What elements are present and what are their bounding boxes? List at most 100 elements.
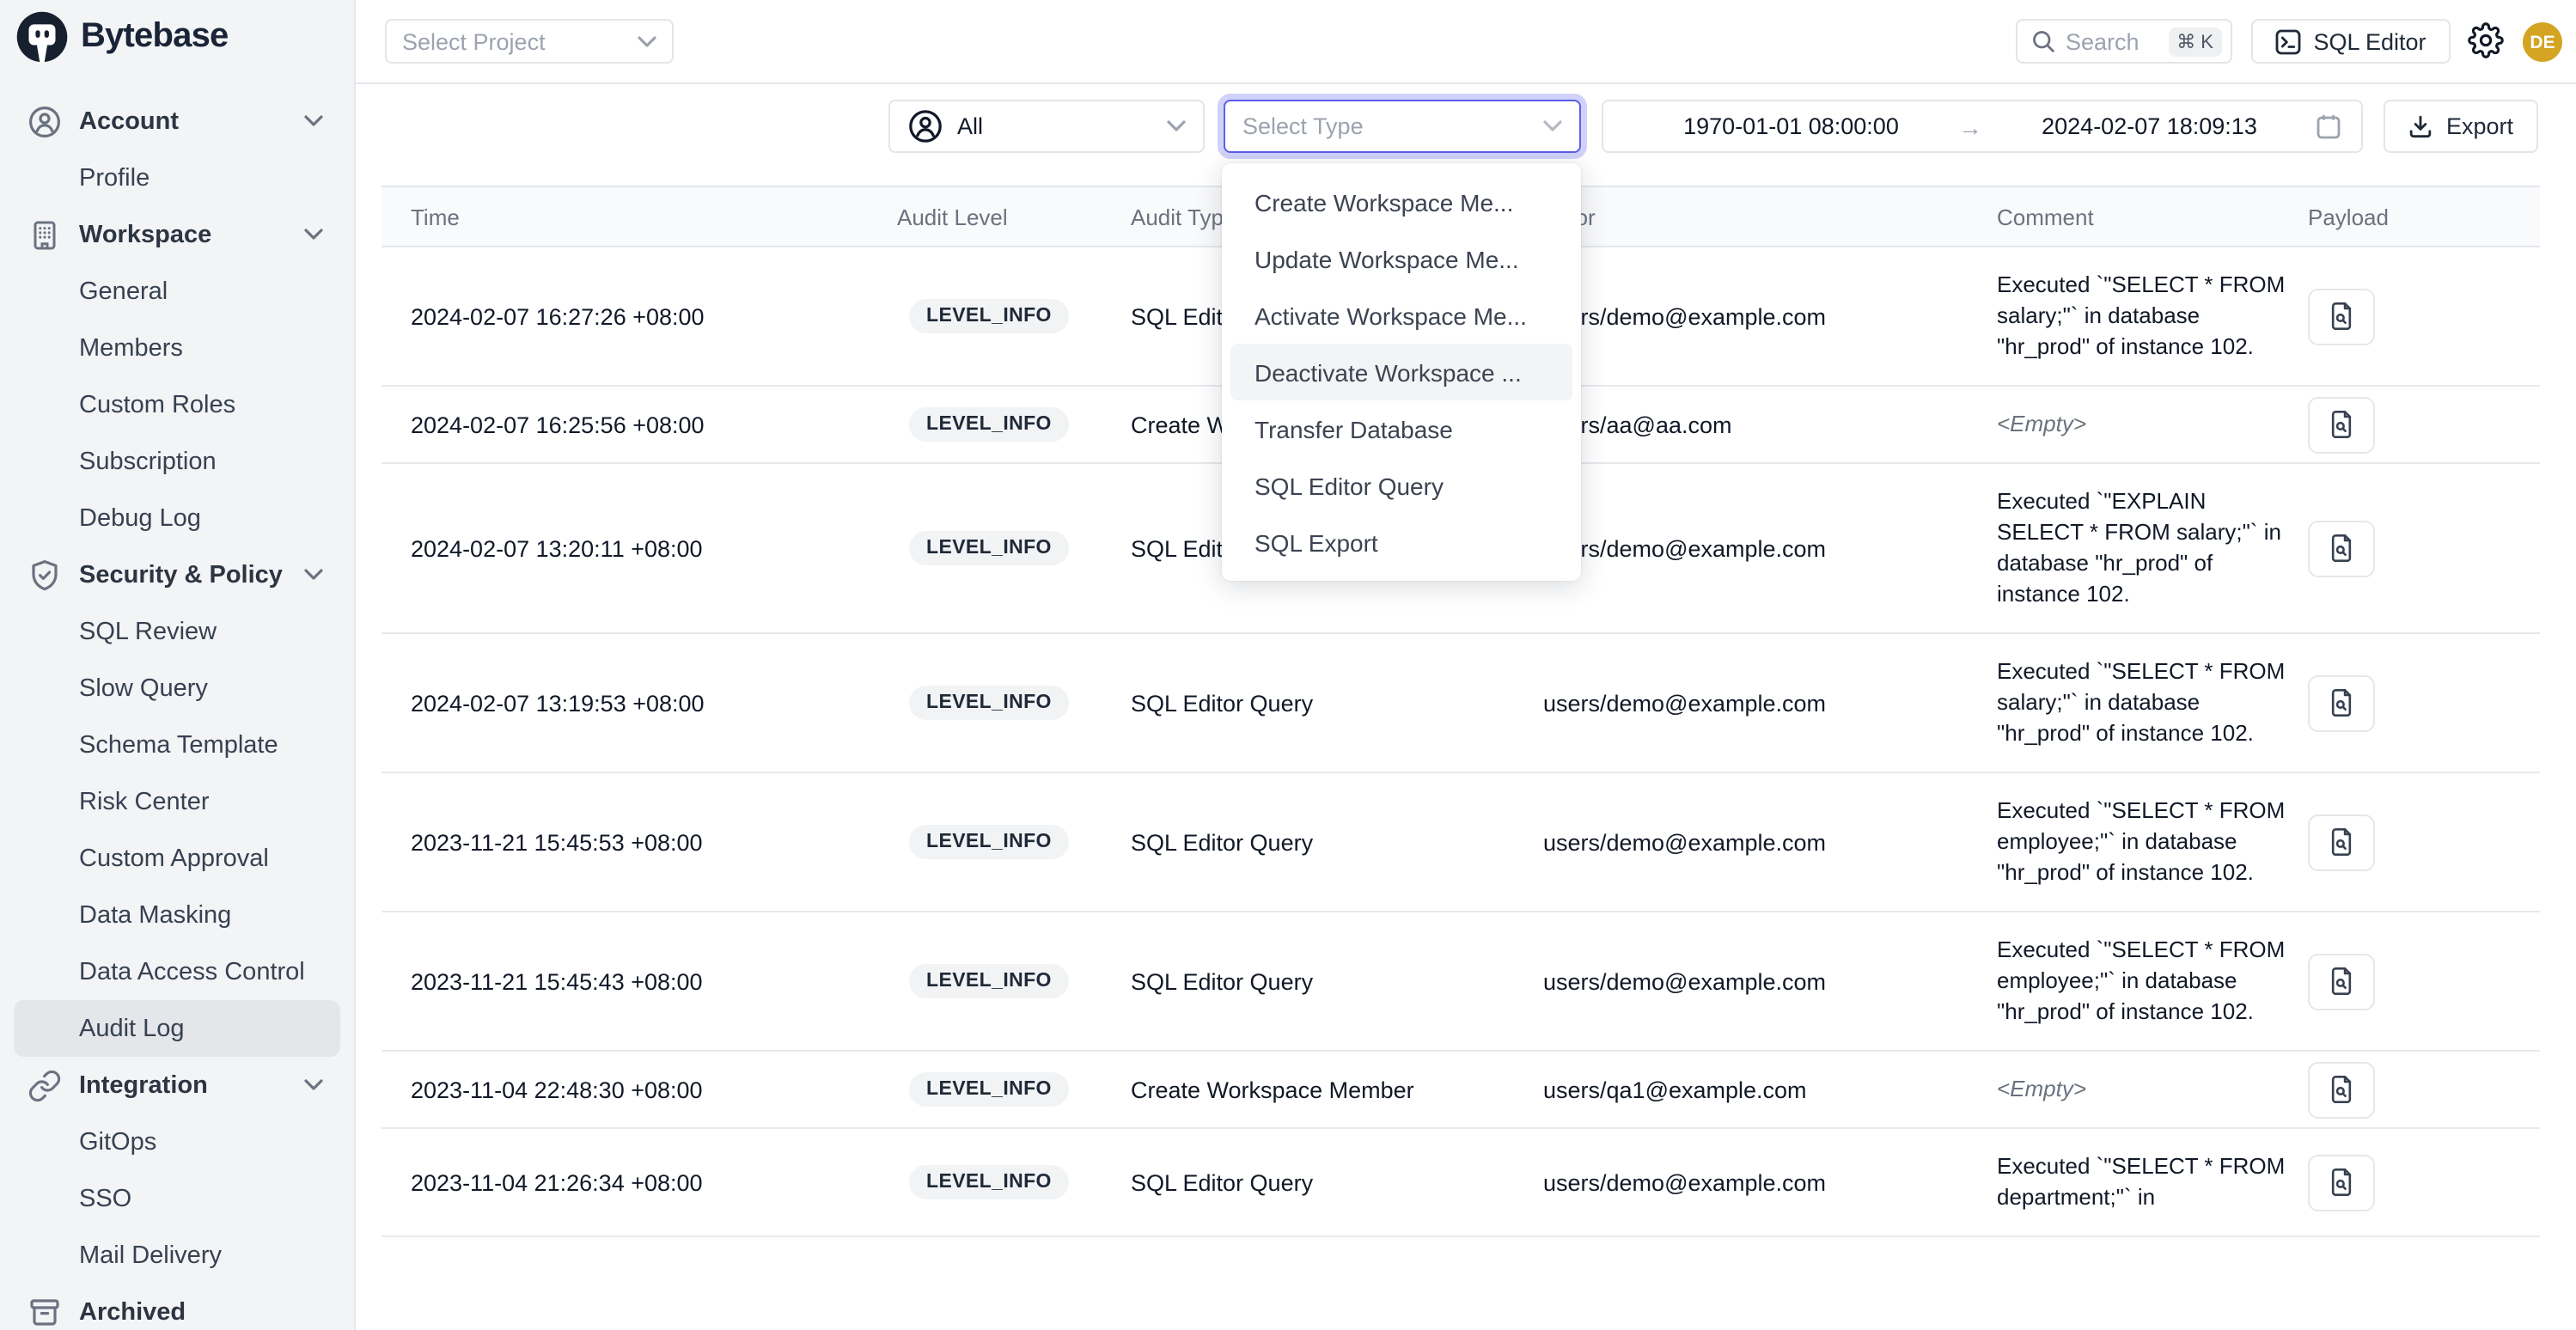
- sidebar-item-label: Subscription: [79, 448, 340, 475]
- cell-time: 2023-11-04 21:26:34 +08:00: [382, 1169, 864, 1195]
- sidebar-nav: AccountProfile Workspace General Members Cus…: [14, 93, 340, 1330]
- sidebar-group-label: Integration: [79, 1071, 304, 1099]
- payload-view-button[interactable]: [2308, 1061, 2375, 1118]
- sidebar-item-subscription[interactable]: Subscription: [14, 433, 340, 490]
- comment-text: Executed `"SELECT * FROM salary;"` in da…: [1997, 247, 2289, 385]
- search-placeholder: Search: [2066, 28, 2140, 54]
- sidebar-item-data-masking[interactable]: Data Masking: [14, 887, 340, 943]
- payload-view-button[interactable]: [2308, 288, 2375, 345]
- main-area: Select Project Search ⌘ K SQL Editor: [356, 0, 2576, 1330]
- sidebar-item-slow-query[interactable]: Slow Query: [14, 660, 340, 717]
- table-row: 2023-11-04 22:48:30 +08:00LEVEL_INFOCrea…: [382, 1052, 2540, 1129]
- avatar[interactable]: DE: [2523, 22, 2562, 62]
- menu-item-update-workspace-me[interactable]: Update Workspace Me...: [1230, 230, 1572, 287]
- sidebar-item-custom-approval[interactable]: Custom Approval: [14, 830, 340, 887]
- menu-item-activate-workspace-me[interactable]: Activate Workspace Me...: [1230, 287, 1572, 344]
- sidebar-group-account[interactable]: Account: [14, 93, 340, 149]
- cell-time: 2024-02-07 16:25:56 +08:00: [382, 412, 864, 437]
- date-from[interactable]: 1970-01-01 08:00:00: [1624, 113, 1958, 139]
- sidebar-group-archived[interactable]: Archived: [14, 1284, 340, 1330]
- cell-time: 2023-11-04 22:48:30 +08:00: [382, 1077, 864, 1102]
- cell-actor: users/demo@example.com: [1512, 1169, 1963, 1195]
- cell-actor: users/demo@example.com: [1512, 690, 1963, 716]
- search-input[interactable]: Search ⌘ K: [2016, 19, 2232, 64]
- project-select[interactable]: Select Project: [385, 19, 674, 64]
- brand-logo[interactable]: Bytebase: [0, 0, 354, 64]
- date-range-picker[interactable]: 1970-01-01 08:00:00 → 2024-02-07 18:09:1…: [1602, 100, 2363, 153]
- sidebar-item-gitops[interactable]: GitOps: [14, 1113, 340, 1170]
- sidebar-item-data-access-control[interactable]: Data Access Control: [14, 943, 340, 1000]
- sidebar-item-sso[interactable]: SSO: [14, 1170, 340, 1227]
- gear-icon[interactable]: [2468, 22, 2504, 58]
- cell-comment: Executed `"EXPLAIN SELECT * FROM salary;…: [1963, 464, 2268, 632]
- sidebar-item-schema-template[interactable]: Schema Template: [14, 717, 340, 773]
- cell-payload: [2268, 953, 2540, 1010]
- sidebar-item-members[interactable]: Members: [14, 320, 340, 376]
- member-filter-value: All: [957, 113, 983, 139]
- cell-actor: users/qa1@example.com: [1512, 1077, 1963, 1102]
- export-button[interactable]: Export: [2384, 100, 2538, 153]
- cell-payload: [2268, 1154, 2540, 1211]
- payload-view-button[interactable]: [2308, 674, 2375, 731]
- chevron-down-icon: [638, 35, 656, 47]
- sidebar-item-label: Members: [79, 334, 340, 362]
- sidebar-item-audit-log[interactable]: Audit Log: [14, 1000, 340, 1057]
- column-header-time: Time: [382, 204, 864, 229]
- sidebar-item-custom-roles[interactable]: Custom Roles: [14, 376, 340, 433]
- menu-item-sql-editor-query[interactable]: SQL Editor Query: [1230, 457, 1572, 514]
- column-header-audit-level: Audit Level: [864, 204, 1100, 229]
- level-badge: LEVEL_INFO: [909, 1165, 1069, 1199]
- sidebar-group-label: Workspace: [79, 221, 304, 248]
- audit-type-menu: Create Workspace Me...Update Workspace M…: [1222, 163, 1581, 581]
- cell-time: 2024-02-07 13:20:11 +08:00: [382, 535, 864, 561]
- sidebar-item-label: Data Masking: [79, 901, 340, 929]
- menu-item-create-workspace-me[interactable]: Create Workspace Me...: [1230, 174, 1572, 230]
- chevron-down-icon: [304, 115, 323, 127]
- cell-comment: <Empty>: [1963, 1052, 2268, 1127]
- level-badge: LEVEL_INFO: [909, 407, 1069, 442]
- project-select-placeholder: Select Project: [402, 28, 546, 54]
- archive-icon: [27, 1295, 62, 1329]
- date-to[interactable]: 2024-02-07 18:09:13: [1982, 113, 2317, 139]
- sidebar-item-label: Custom Approval: [79, 845, 340, 872]
- level-badge: LEVEL_INFO: [909, 531, 1069, 565]
- sidebar-item-risk-center[interactable]: Risk Center: [14, 773, 340, 830]
- comment-text: <Empty>: [1997, 1052, 2289, 1127]
- sidebar-item-debug-log[interactable]: Debug Log: [14, 490, 340, 546]
- cell-audit-type: SQL Editor Query: [1100, 690, 1512, 716]
- payload-view-button[interactable]: [2308, 1154, 2375, 1211]
- sidebar-group-security-policy[interactable]: Security & Policy: [14, 546, 340, 603]
- payload-view-button[interactable]: [2308, 814, 2375, 870]
- sql-editor-button[interactable]: SQL Editor: [2251, 19, 2451, 64]
- sidebar-item-mail-delivery[interactable]: Mail Delivery: [14, 1227, 340, 1284]
- payload-view-button[interactable]: [2308, 520, 2375, 577]
- audit-type-select[interactable]: Select Type: [1224, 100, 1581, 153]
- sidebar-item-general[interactable]: General: [14, 263, 340, 320]
- file-search-icon: [2327, 1074, 2356, 1105]
- payload-view-button[interactable]: [2308, 396, 2375, 453]
- arrow-right-icon: →: [1958, 113, 1982, 140]
- menu-item-deactivate-workspace[interactable]: Deactivate Workspace ...: [1230, 344, 1572, 400]
- chevron-down-icon: [1167, 120, 1186, 132]
- shield-check-icon: [27, 558, 62, 592]
- sidebar-item-label: Slow Query: [79, 674, 340, 702]
- link-icon: [27, 1068, 62, 1102]
- sidebar-item-label: Audit Log: [79, 1015, 340, 1042]
- sidebar-item-sql-review[interactable]: SQL Review: [14, 603, 340, 660]
- menu-item-sql-export[interactable]: SQL Export: [1230, 514, 1572, 570]
- menu-item-transfer-database[interactable]: Transfer Database: [1230, 400, 1572, 457]
- cell-audit-level: LEVEL_INFO: [864, 299, 1100, 333]
- cell-audit-level: LEVEL_INFO: [864, 964, 1100, 998]
- payload-view-button[interactable]: [2308, 953, 2375, 1010]
- file-search-icon: [2327, 687, 2356, 718]
- chevron-down-icon: [304, 229, 323, 241]
- sidebar-group-workspace[interactable]: Workspace: [14, 206, 340, 263]
- column-header-comment: Comment: [1963, 204, 2268, 229]
- comment-text: Executed `"SELECT * FROM employee;"` in …: [1997, 912, 2289, 1050]
- cell-audit-type: SQL Editor Query: [1100, 968, 1512, 994]
- sidebar-group-integration[interactable]: Integration: [14, 1057, 340, 1113]
- member-filter-select[interactable]: All: [888, 100, 1205, 153]
- file-search-icon: [2327, 827, 2356, 857]
- chevron-down-icon: [304, 569, 323, 581]
- sidebar-item-profile[interactable]: Profile: [14, 149, 340, 206]
